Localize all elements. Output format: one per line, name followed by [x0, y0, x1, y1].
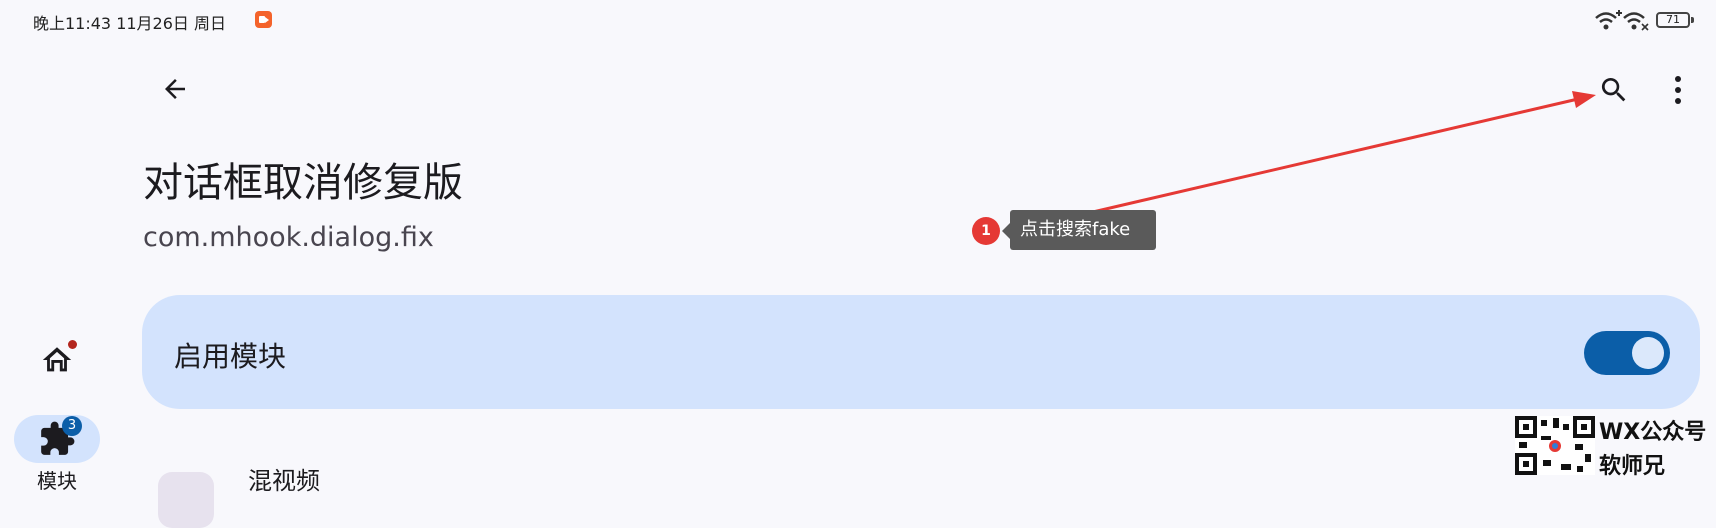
- list-item-title[interactable]: 混视频: [248, 461, 320, 496]
- status-time: 晚上11:43 11月26日 周日: [33, 14, 227, 33]
- watermark-line-2: 软师兄: [1599, 454, 1666, 479]
- back-arrow-icon[interactable]: [160, 74, 190, 104]
- annotation-tooltip: 点击搜索fake: [1010, 210, 1156, 250]
- search-icon[interactable]: [1598, 74, 1630, 106]
- modules-badge: 3: [62, 416, 82, 436]
- status-bar: 晚上11:43 11月26日 周日 71: [0, 0, 1716, 40]
- watermark-line-1: WX公众号: [1599, 420, 1707, 445]
- wifi-icon: [1623, 12, 1649, 31]
- wifi-plus-icon: [1595, 10, 1622, 30]
- enable-module-switch[interactable]: [1584, 331, 1670, 375]
- battery-tip: [1691, 17, 1694, 23]
- battery-icon: 71: [1656, 12, 1690, 28]
- annotation-step-badge: 1: [972, 217, 1000, 245]
- home-notification-dot: [68, 340, 77, 349]
- qr-code-icon: [1515, 416, 1595, 475]
- more-vert-icon[interactable]: [1668, 74, 1688, 106]
- module-package-name: com.mhook.dialog.fix: [143, 222, 434, 253]
- enable-module-card[interactable]: 启用模块: [142, 295, 1700, 409]
- switch-knob: [1632, 337, 1664, 369]
- list-item-icon: [158, 472, 214, 528]
- module-title: 对话框取消修复版: [143, 160, 463, 206]
- screen-record-icon: [255, 11, 272, 28]
- nav-modules-label: 模块: [37, 469, 77, 493]
- annotation-tooltip-pointer: [1002, 223, 1010, 239]
- enable-module-label: 启用模块: [174, 340, 287, 373]
